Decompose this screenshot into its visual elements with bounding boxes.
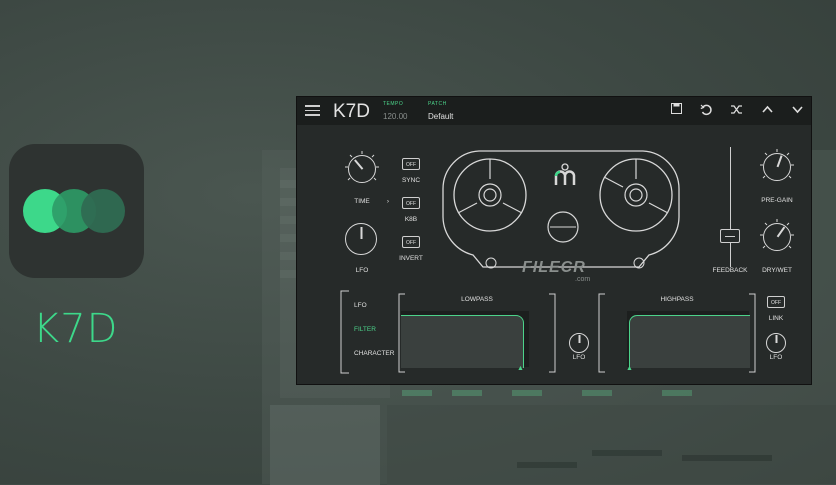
sync-label: SYNC (401, 177, 421, 184)
brand-logo-icon (554, 163, 576, 185)
watermark: FILECR (522, 259, 586, 276)
link-toggle[interactable]: OFF (767, 296, 785, 308)
feedback-slider-handle[interactable] (720, 229, 740, 243)
plugin-title: K7D (333, 101, 370, 122)
mode-item-lfo[interactable]: LFO (354, 302, 367, 309)
highpass-lfo-label: LFO (769, 354, 783, 361)
lfo-label: LFO (355, 267, 369, 274)
highpass-lfo-knob[interactable] (766, 333, 786, 353)
watermark-sub: .com (575, 276, 591, 283)
pre-gain-knob[interactable] (763, 153, 791, 181)
mode-bracket (340, 290, 349, 374)
filter-lfo-knob[interactable] (569, 333, 589, 353)
pre-gain-label: PRE-GAIN (761, 197, 793, 204)
filter-lfo-label: LFO (572, 354, 586, 361)
save-icon[interactable] (669, 103, 683, 117)
lowpass-handle-icon[interactable]: ▲ (517, 365, 524, 372)
link-label: LINK (768, 315, 784, 322)
k8b-toggle[interactable]: OFF (402, 197, 420, 209)
tempo-value[interactable]: 120.00 (383, 112, 407, 121)
dry-wet-knob[interactable] (763, 223, 791, 251)
dry-wet-label: DRY/WET (762, 267, 792, 274)
undo-icon[interactable] (699, 103, 713, 117)
plugin-window: K7D TEMPO 120.00 PATCH Default TIME LFO … (296, 96, 812, 385)
k8b-label: K8B (404, 216, 418, 223)
feedback-slider-track[interactable] (730, 147, 731, 267)
time-label: TIME (354, 198, 370, 205)
plugin-toolbar: K7D TEMPO 120.00 PATCH Default (297, 97, 811, 125)
patch-value[interactable]: Default (428, 112, 453, 121)
lowpass-display[interactable] (401, 311, 529, 368)
app-icon-circle-3 (81, 189, 125, 233)
feedback-label: FEEDBACK (712, 267, 748, 274)
patch-label: PATCH (428, 101, 447, 107)
tempo-label: TEMPO (383, 101, 404, 107)
highpass-label: HIGHPASS (660, 296, 694, 303)
app-name: K7D (33, 306, 119, 352)
highpass-handle-icon[interactable]: ▲ (626, 365, 633, 372)
lowpass-label: LOWPASS (461, 296, 493, 303)
mode-item-filter[interactable]: FILTER (354, 326, 376, 333)
sync-toggle[interactable]: OFF (402, 158, 420, 170)
invert-toggle[interactable]: OFF (402, 236, 420, 248)
chevron-up-icon[interactable] (760, 103, 774, 117)
mode-item-character[interactable]: CHARACTER (354, 350, 394, 357)
time-knob[interactable] (348, 155, 376, 183)
highpass-display[interactable] (627, 311, 750, 368)
lfo-knob[interactable] (345, 223, 377, 255)
arrow-icon: › (386, 198, 390, 205)
chevron-down-icon[interactable] (790, 103, 804, 117)
menu-icon[interactable] (305, 105, 320, 116)
invert-label: INVERT (399, 255, 423, 262)
shuffle-icon[interactable] (729, 103, 743, 117)
app-icon (9, 144, 144, 278)
